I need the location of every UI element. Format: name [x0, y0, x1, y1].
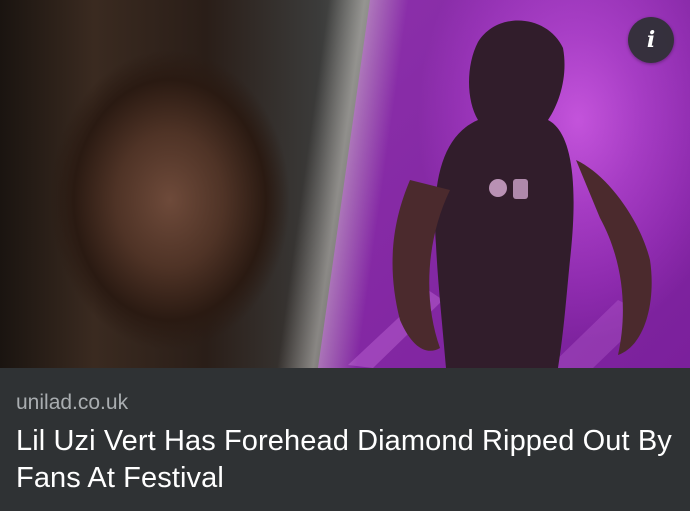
caption-area[interactable]: unilad.co.uk Lil Uzi Vert Has Forehead D… — [0, 368, 690, 511]
news-card[interactable]: i unilad.co.uk Lil Uzi Vert Has Forehead… — [0, 0, 690, 511]
info-button[interactable]: i — [628, 17, 674, 63]
headline-image[interactable]: i — [0, 0, 690, 368]
info-icon: i — [646, 27, 656, 53]
source-domain[interactable]: unilad.co.uk — [16, 391, 676, 415]
headline-title[interactable]: Lil Uzi Vert Has Forehead Diamond Ripped… — [16, 423, 676, 497]
